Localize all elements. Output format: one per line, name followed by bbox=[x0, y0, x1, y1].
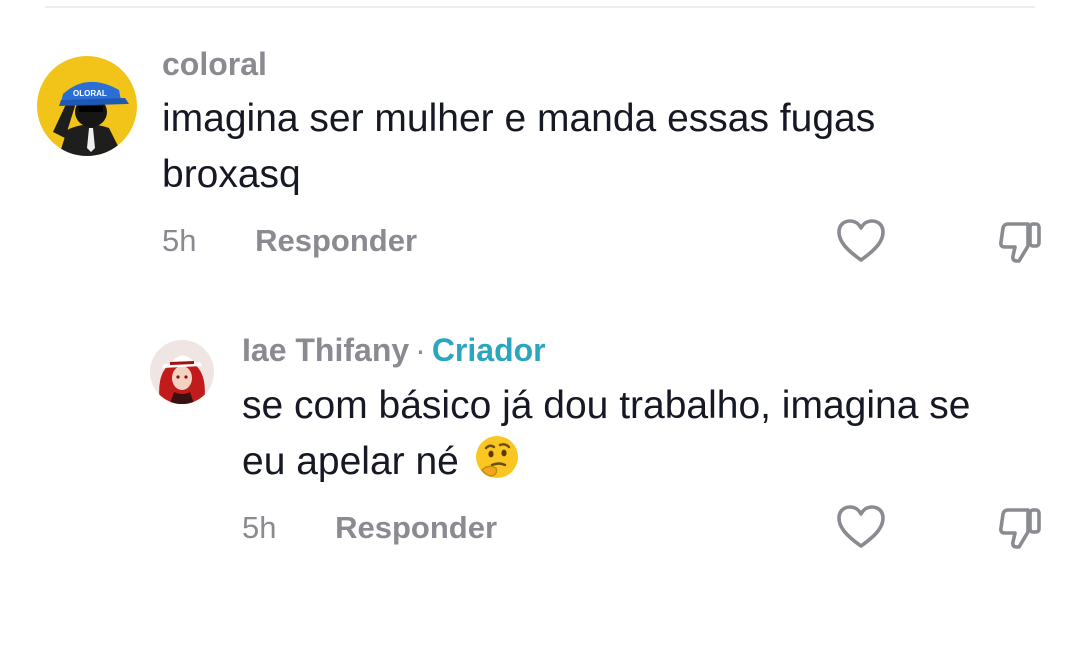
like-button[interactable] bbox=[836, 218, 886, 264]
like-button[interactable] bbox=[836, 504, 886, 550]
comment-meta: 5h Responder bbox=[162, 223, 417, 259]
comment-author: coloral bbox=[162, 46, 267, 83]
avatar[interactable]: OLORAL bbox=[37, 56, 137, 156]
comment-text: imagina ser mulher e manda essas fugas b… bbox=[162, 91, 982, 203]
comment-text-line: broxasq bbox=[162, 153, 301, 196]
avatar[interactable] bbox=[150, 340, 214, 404]
avatar-cap-text: OLORAL bbox=[73, 89, 107, 98]
comment-text-line-with-emoji: eu apelar né bbox=[242, 434, 1062, 496]
heart-outline-icon bbox=[837, 505, 885, 548]
comment-text-line: imagina ser mulher e manda essas fugas bbox=[162, 97, 876, 140]
comment-text: se com básico já dou trabalho, imagina s… bbox=[242, 378, 1062, 496]
top-divider bbox=[45, 6, 1035, 8]
thumbs-down-outline-icon bbox=[999, 508, 1041, 549]
heart-outline-icon bbox=[837, 219, 885, 262]
reply-button[interactable]: Responder bbox=[335, 510, 497, 545]
separator-dot: · bbox=[415, 332, 426, 368]
comment-text-line: eu apelar né bbox=[242, 440, 459, 483]
timestamp: 5h bbox=[162, 223, 197, 258]
comment-author: Iae Thifany · Criador bbox=[242, 332, 546, 369]
comment-text-line: se com básico já dou trabalho, imagina s… bbox=[242, 384, 971, 427]
dislike-button[interactable] bbox=[998, 506, 1044, 550]
comment-meta: 5h Responder bbox=[242, 510, 497, 546]
creator-badge: Criador bbox=[431, 332, 546, 368]
username[interactable]: coloral bbox=[162, 46, 267, 82]
username[interactable]: Iae Thifany bbox=[242, 332, 409, 368]
thumbs-down-outline-icon bbox=[999, 222, 1041, 263]
dislike-button[interactable] bbox=[998, 220, 1044, 264]
timestamp: 5h bbox=[242, 510, 277, 545]
reply-button[interactable]: Responder bbox=[255, 223, 417, 258]
thinking-face-icon bbox=[474, 434, 520, 496]
